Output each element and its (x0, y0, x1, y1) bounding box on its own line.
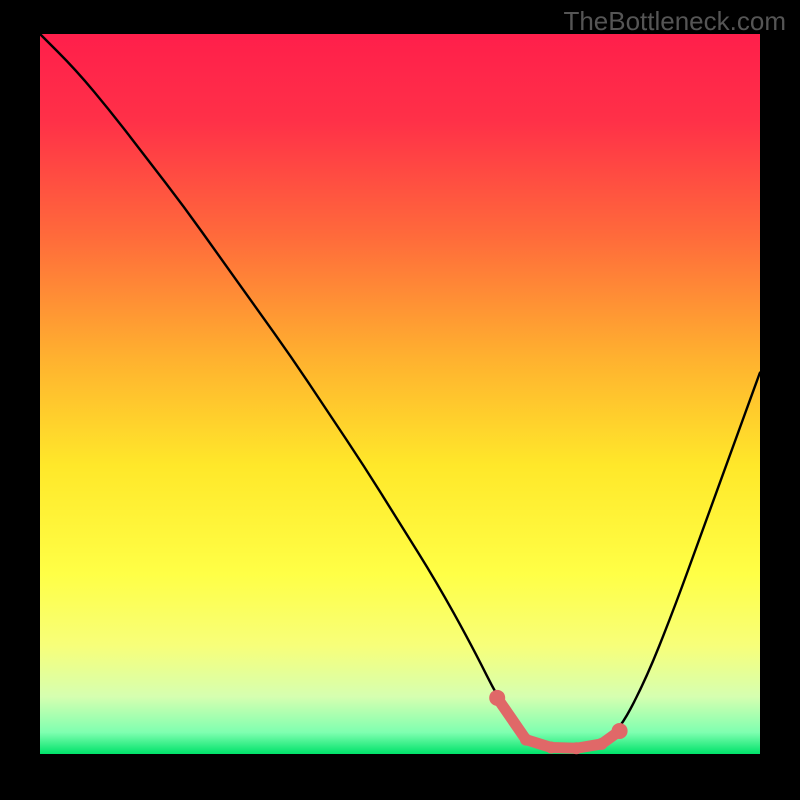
gradient-background (40, 34, 760, 754)
optimal-range-dot (570, 742, 582, 754)
bottleneck-chart (0, 0, 800, 800)
chart-container: TheBottleneck.com (0, 0, 800, 800)
optimal-range-dot (545, 742, 557, 754)
optimal-range-dot (520, 734, 532, 746)
optimal-range-dot (489, 690, 505, 706)
watermark-text: TheBottleneck.com (563, 6, 786, 37)
optimal-range-dot (612, 723, 628, 739)
optimal-range-dot (596, 738, 608, 750)
